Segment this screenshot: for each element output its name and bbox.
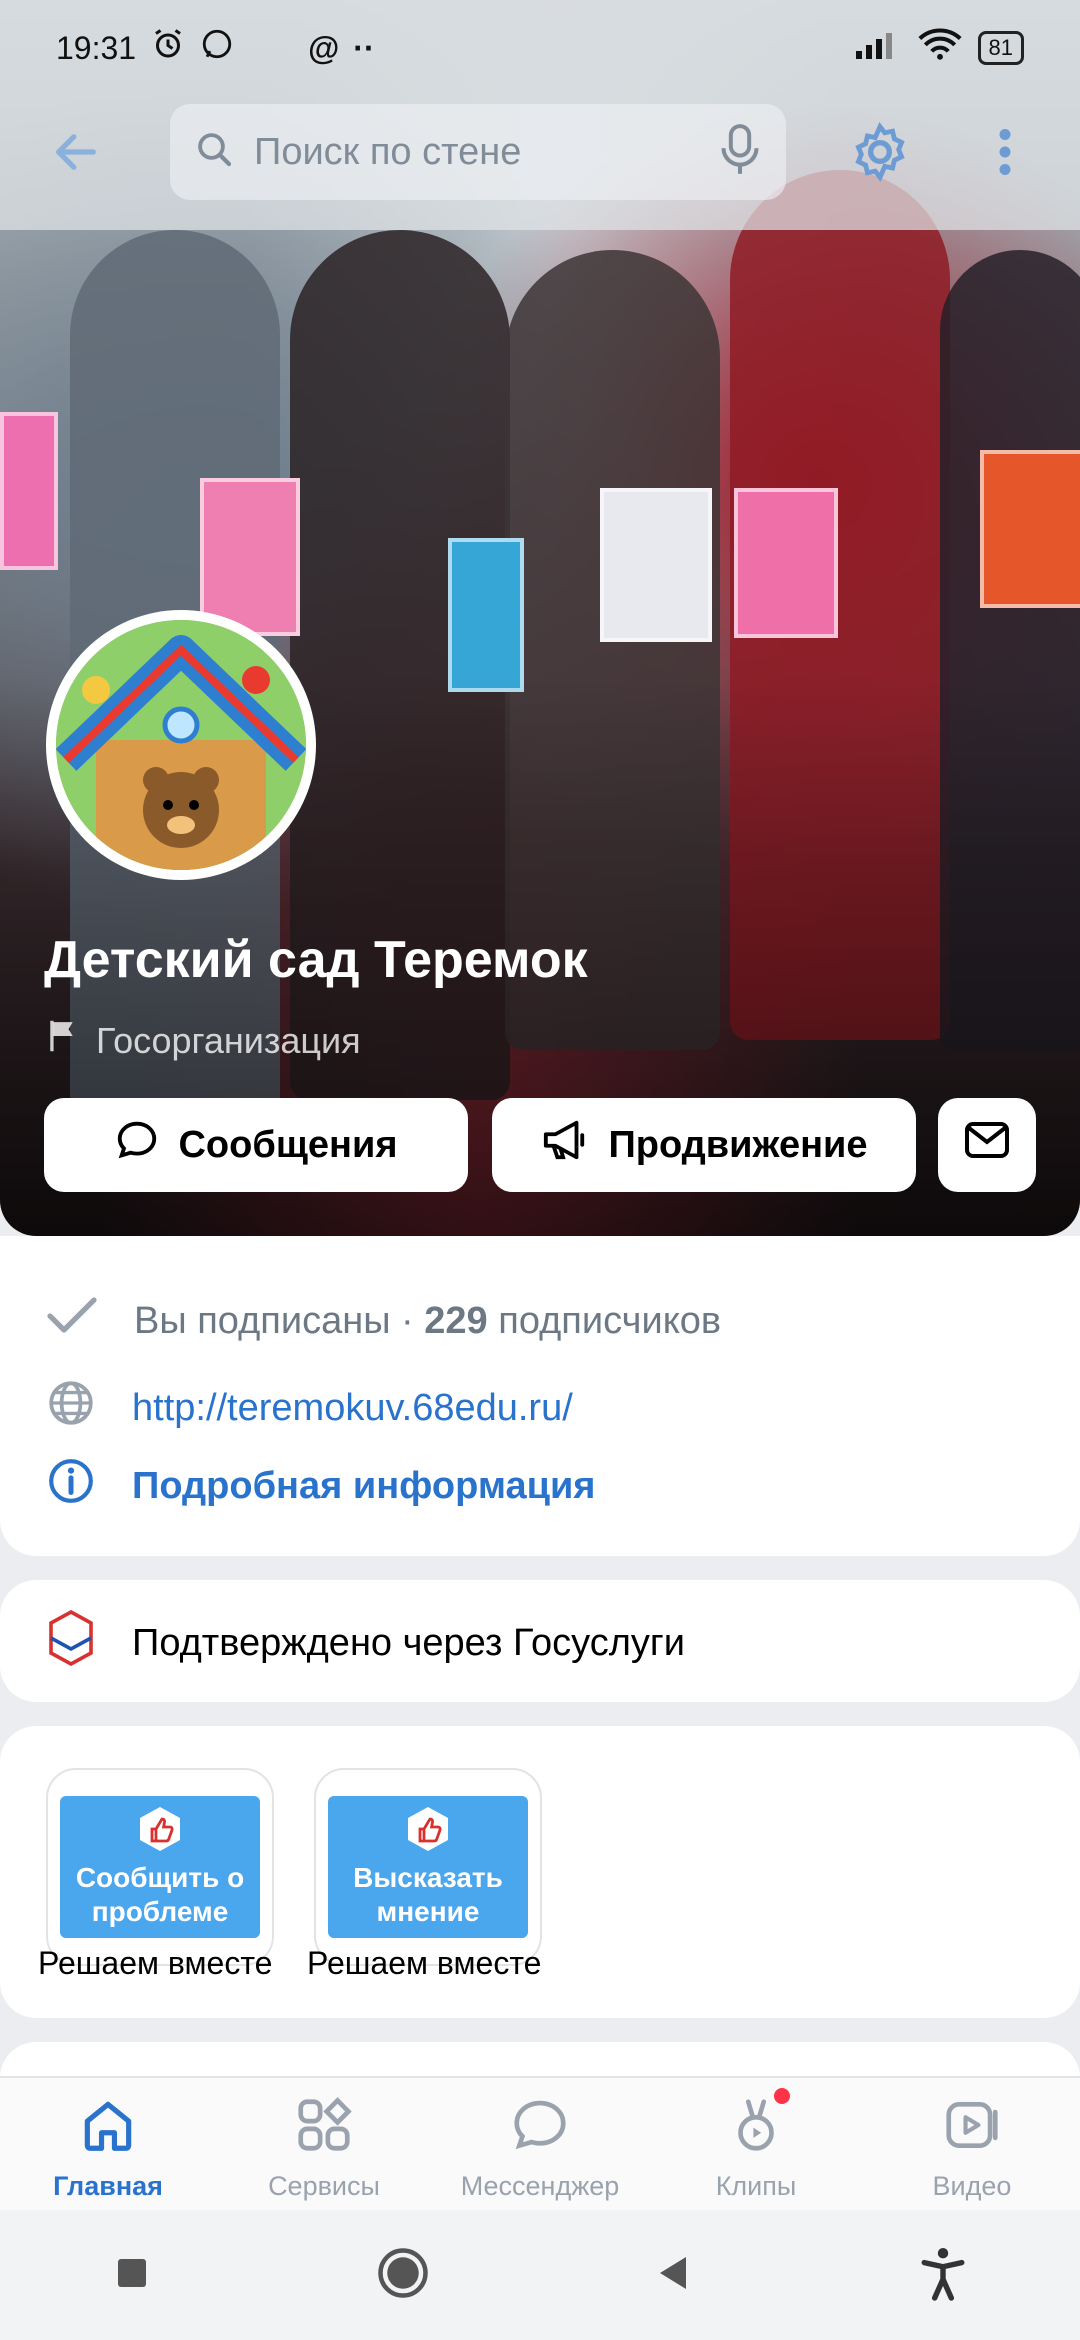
- megaphone-icon: [540, 1117, 590, 1173]
- info-icon: [46, 1456, 96, 1516]
- tab-label: Видео: [932, 2171, 1012, 2201]
- wifi-icon: [917, 27, 962, 69]
- video-icon: [941, 2094, 1003, 2163]
- more-dots-icon: ··: [353, 29, 375, 66]
- tab-clips[interactable]: Клипы: [648, 2078, 864, 2212]
- check-icon: [46, 1296, 98, 1346]
- subscription-row[interactable]: Вы подписаны · 229 подписчиков: [46, 1296, 721, 1346]
- accessibility-icon[interactable]: [918, 2245, 968, 2306]
- tab-label: Главная: [53, 2171, 163, 2201]
- tab-messenger[interactable]: Мессенджер: [432, 2078, 648, 2212]
- app-tile-text: Высказать мнение: [353, 1862, 503, 1927]
- app-label[interactable]: Решаем вместе: [38, 1945, 272, 1982]
- recent-apps-icon[interactable]: [112, 2253, 152, 2298]
- tab-video[interactable]: Видео: [864, 2078, 1080, 2212]
- home-icon: [77, 2094, 139, 2163]
- tab-home[interactable]: Главная: [0, 2078, 216, 2212]
- app-label[interactable]: Решаем вместе: [307, 1945, 541, 1982]
- group-name: Детский сад Теремок: [44, 931, 588, 989]
- at-icon: @: [308, 29, 340, 66]
- subscriber-count: 229: [424, 1299, 488, 1342]
- thumbs-up-icon: [136, 1805, 184, 1861]
- whatsapp-icon: [200, 27, 234, 69]
- signal-icon: [854, 29, 902, 67]
- flag-icon: [46, 1018, 80, 1063]
- status-bar: 19:31 @ ·· 81: [0, 0, 1080, 96]
- bottom-tab-bar: Главная Сервисы Мессенджер Клипы Видео: [0, 2076, 1080, 2212]
- envelope-icon: [963, 1120, 1011, 1170]
- subscribers-word: подписчиков: [487, 1299, 722, 1342]
- tab-label: Сервисы: [268, 2171, 380, 2201]
- verified-text: Подтверждено через Госуслуги: [132, 1621, 685, 1664]
- app-tile-give-opinion[interactable]: Высказать мнение: [314, 1768, 542, 1966]
- group-category: Госорганизация: [46, 1018, 361, 1063]
- system-nav-bar: [0, 2210, 1080, 2340]
- info-card: Вы подписаны · 229 подписчиков http://te…: [0, 1236, 1080, 1556]
- search-icon: [194, 129, 236, 176]
- search-placeholder: Поиск по стене: [254, 130, 522, 173]
- gosuslugi-icon: [46, 1609, 96, 1676]
- home-button-icon[interactable]: [376, 2246, 430, 2305]
- group-avatar[interactable]: [46, 610, 316, 880]
- more-vertical-icon[interactable]: [980, 116, 1030, 188]
- promotion-label: Продвижение: [608, 1123, 868, 1166]
- messenger-icon: [509, 2094, 571, 2163]
- notification-dot: [774, 2088, 790, 2104]
- message-bubble-icon: [114, 1117, 160, 1173]
- messages-label: Сообщения: [178, 1123, 398, 1166]
- verified-row: Подтверждено через Госуслуги: [46, 1609, 685, 1676]
- back-triangle-icon[interactable]: [654, 2253, 694, 2298]
- tab-services[interactable]: Сервисы: [216, 2078, 432, 2212]
- tab-label: Клипы: [715, 2171, 797, 2201]
- thumbs-up-icon: [404, 1805, 452, 1861]
- details-row[interactable]: Подробная информация: [46, 1456, 595, 1516]
- details-link[interactable]: Подробная информация: [132, 1465, 595, 1508]
- subscribed-status: Вы подписаны ·: [134, 1299, 425, 1342]
- app-tile-report-problem[interactable]: Сообщить о проблеме: [46, 1768, 274, 1966]
- subscription-text: Вы подписаны · 229 подписчиков: [134, 1300, 721, 1343]
- wall-search[interactable]: Поиск по стене: [170, 104, 786, 200]
- category-label: Госорганизация: [96, 1019, 361, 1061]
- clock: 19:31: [56, 29, 137, 66]
- microphone-icon[interactable]: [718, 122, 762, 183]
- battery-icon: 81: [977, 31, 1024, 65]
- back-arrow-icon[interactable]: [44, 120, 108, 184]
- tab-label: Мессенджер: [460, 2171, 620, 2201]
- website-link[interactable]: http://teremokuv.68edu.ru/: [132, 1387, 573, 1430]
- app-tile-text: Сообщить о проблеме: [75, 1862, 245, 1927]
- verified-card[interactable]: Подтверждено через Госуслуги: [0, 1580, 1080, 1702]
- mail-button[interactable]: [938, 1098, 1036, 1192]
- website-row[interactable]: http://teremokuv.68edu.ru/: [46, 1378, 573, 1438]
- messages-button[interactable]: Сообщения: [44, 1098, 468, 1192]
- globe-icon: [46, 1378, 96, 1438]
- services-icon: [293, 2094, 355, 2163]
- alarm-icon: [150, 26, 186, 70]
- promotion-button[interactable]: Продвижение: [492, 1098, 916, 1192]
- clips-icon: [725, 2094, 787, 2163]
- gear-icon[interactable]: [840, 116, 920, 188]
